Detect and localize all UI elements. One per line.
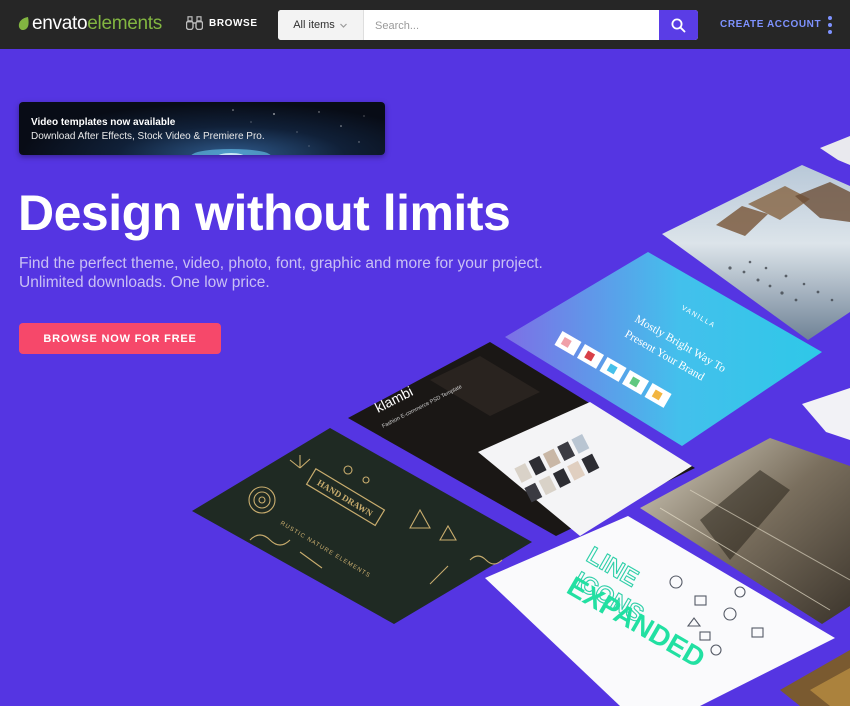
hero-subtitle: Find the perfect theme, video, photo, fo… — [19, 254, 559, 292]
logo-text-elements: elements — [87, 13, 162, 34]
search-category-dropdown[interactable]: All items — [278, 10, 364, 40]
search-input[interactable] — [373, 10, 661, 40]
chevron-down-icon — [339, 23, 347, 28]
browse-button[interactable]: BROWSE — [186, 16, 258, 30]
search-button[interactable] — [659, 10, 698, 40]
top-navigation-bar: envato elements BROWSE All items CREATE … — [0, 0, 850, 49]
envato-elements-logo[interactable]: envato elements — [18, 13, 162, 35]
browse-label: BROWSE — [209, 17, 258, 29]
starfield-graphic — [191, 109, 365, 155]
banner-title: Video templates now available — [31, 117, 176, 128]
thumbnail-right-card[interactable] — [802, 388, 850, 440]
binoculars-icon — [186, 16, 203, 30]
banner-subtitle: Download After Effects, Stock Video & Pr… — [31, 131, 265, 142]
hero-subtitle-line-1: Find the perfect theme, video, photo, fo… — [19, 255, 543, 272]
hero-subtitle-line-2: Unlimited downloads. One low price. — [19, 274, 270, 291]
logo-text-envato: envato — [32, 13, 88, 34]
leaf-icon — [18, 17, 29, 31]
hero-title: Design without limits — [18, 185, 511, 241]
search-category-label: All items — [293, 19, 335, 31]
search-icon — [671, 18, 686, 32]
video-templates-banner[interactable]: Video templates now available Download A… — [19, 102, 385, 155]
search-bar: All items — [278, 10, 698, 40]
thumbnail-top-right[interactable] — [820, 136, 850, 165]
more-options-icon[interactable] — [826, 15, 834, 35]
browse-now-button[interactable]: BROWSE NOW FOR FREE — [19, 323, 221, 354]
create-account-link[interactable]: CREATE ACCOUNT — [720, 19, 821, 30]
